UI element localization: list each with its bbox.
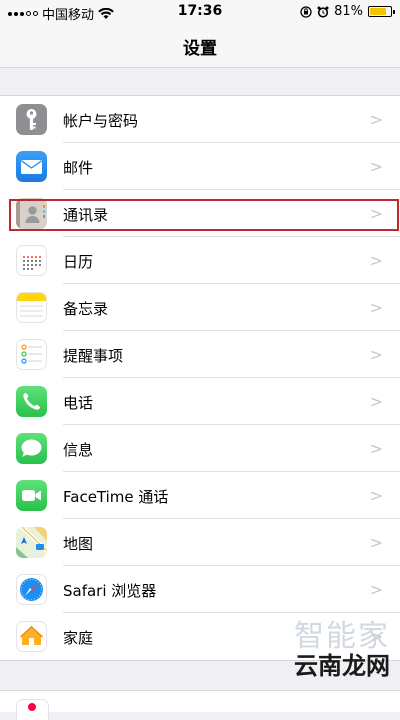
settings-item-facetime[interactable]: FaceTime 通话 > — [0, 472, 400, 519]
settings-list: 帐户与密码 > 邮件 > 通讯录 > 日历 > 备忘录 > 提醒事项 > 电话 … — [0, 95, 400, 661]
chevron-right-icon: > — [369, 392, 383, 411]
battery-percent: 81% — [334, 4, 363, 19]
safari-icon — [16, 574, 47, 605]
settings-item-mail[interactable]: 邮件 > — [0, 143, 400, 190]
settings-item-calendar[interactable]: 日历 > — [0, 237, 400, 284]
settings-item-notes[interactable]: 备忘录 > — [0, 284, 400, 331]
settings-item-safari[interactable]: Safari 浏览器 > — [0, 566, 400, 613]
next-settings-group — [0, 690, 400, 720]
settings-item-contacts[interactable]: 通讯录 > — [0, 190, 400, 237]
chevron-right-icon: > — [369, 298, 383, 317]
settings-item-reminders[interactable]: 提醒事项 > — [0, 331, 400, 378]
orientation-lock-icon — [300, 5, 312, 18]
settings-item-maps[interactable]: 地图 > — [0, 519, 400, 566]
facetime-icon — [16, 480, 47, 511]
settings-item-label: Safari 浏览器 — [63, 582, 157, 600]
messages-icon — [16, 433, 47, 464]
reminders-icon — [16, 339, 47, 370]
chevron-right-icon: > — [369, 580, 383, 599]
settings-item-label: 提醒事项 — [63, 347, 124, 365]
phone-icon — [16, 386, 47, 417]
settings-item-label: 家庭 — [63, 629, 94, 647]
chevron-right-icon: > — [369, 251, 383, 270]
settings-item-messages[interactable]: 信息 > — [0, 425, 400, 472]
settings-item-label: 日历 — [63, 253, 94, 271]
mail-icon — [16, 151, 47, 182]
calendar-icon — [16, 245, 47, 276]
key-icon — [16, 104, 47, 135]
chevron-right-icon: > — [369, 486, 383, 505]
nav-bar: 设置 — [0, 24, 400, 68]
battery-level — [370, 8, 387, 15]
chevron-right-icon: > — [369, 204, 383, 223]
chevron-right-icon: > — [369, 345, 383, 364]
settings-item-label: 通讯录 — [63, 206, 109, 224]
settings-item-label: FaceTime 通话 — [63, 488, 169, 506]
chevron-right-icon: > — [369, 157, 383, 176]
notes-icon — [16, 292, 47, 323]
settings-item-label: 地图 — [63, 535, 94, 553]
settings-item-label: 信息 — [63, 441, 94, 459]
maps-icon — [16, 527, 47, 558]
chevron-right-icon: > — [369, 439, 383, 458]
chevron-right-icon: > — [369, 110, 383, 129]
settings-item-phone[interactable]: 电话 > — [0, 378, 400, 425]
contacts-icon — [16, 198, 47, 229]
settings-item-label: 邮件 — [63, 159, 94, 177]
music-icon — [16, 699, 49, 720]
page-title: 设置 — [183, 39, 217, 59]
watermark-bottom: 云南龙网 — [294, 652, 390, 680]
status-bar: 中国移动 17:36 81% — [0, 0, 400, 24]
settings-item-label: 备忘录 — [63, 300, 109, 318]
settings-item-label: 帐户与密码 — [63, 112, 139, 130]
settings-item-label: 电话 — [63, 394, 94, 412]
home-icon — [16, 621, 47, 652]
chevron-right-icon: > — [369, 533, 383, 552]
watermark: 智能家 云南龙网 — [294, 619, 390, 680]
status-right: 81% — [300, 4, 395, 19]
alarm-icon — [317, 6, 329, 18]
watermark-top: 智能家 — [294, 619, 390, 654]
battery-icon — [368, 6, 395, 17]
settings-item-accounts-passwords[interactable]: 帐户与密码 > — [0, 96, 400, 143]
